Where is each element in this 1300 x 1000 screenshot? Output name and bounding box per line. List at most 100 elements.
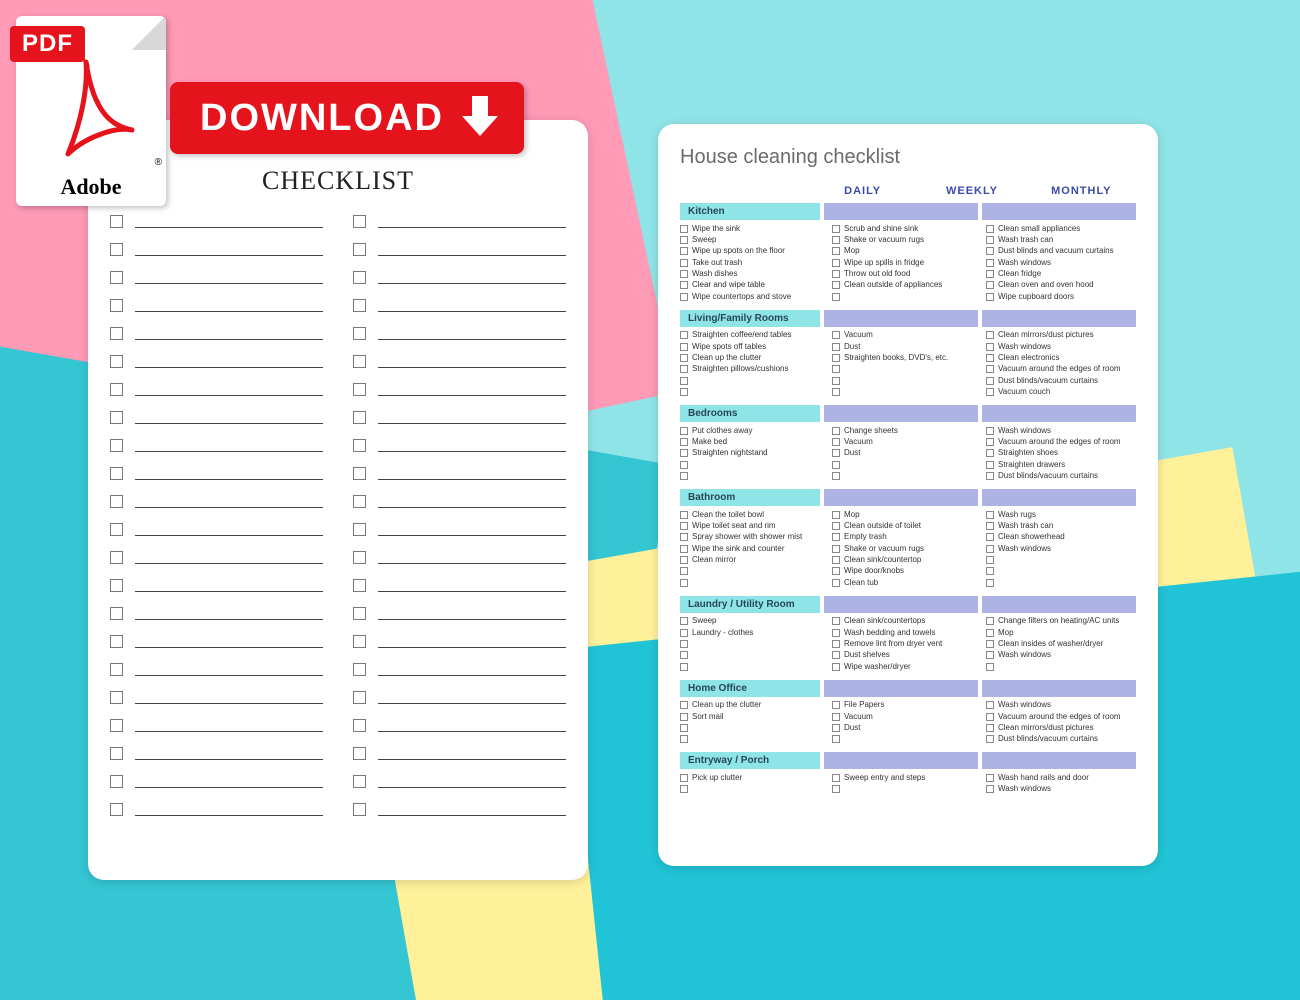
write-line xyxy=(135,506,323,508)
task-column-monthly: Wash rugsWash trash canClean showerheadW… xyxy=(986,509,1136,589)
write-line xyxy=(378,814,566,816)
task-text: Shake or vacuum rugs xyxy=(844,235,924,245)
checkbox-icon xyxy=(680,293,688,301)
checkbox-icon xyxy=(986,651,994,659)
write-line xyxy=(378,394,566,396)
write-line xyxy=(135,562,323,564)
task-item: Wash windows xyxy=(986,700,1136,711)
task-item: x xyxy=(832,471,982,482)
task-text: Make bed xyxy=(692,437,727,447)
checkbox-icon xyxy=(680,449,688,457)
download-button[interactable]: DOWNLOAD xyxy=(170,82,524,154)
task-text: Clean electronics xyxy=(998,353,1059,363)
canvas: CHECKLIST House cleaning checklist DAILY… xyxy=(0,0,1300,1000)
checkbox-icon xyxy=(353,663,366,676)
checkbox-icon xyxy=(832,735,840,743)
task-text: Sweep entry and steps xyxy=(844,773,925,783)
task-text: Wash windows xyxy=(998,258,1051,268)
checkbox-icon xyxy=(986,663,994,671)
checkbox-icon xyxy=(986,617,994,625)
adobe-brand-text: Adobe xyxy=(16,174,166,200)
checkbox-icon xyxy=(353,271,366,284)
checkbox-icon xyxy=(832,724,840,732)
task-item: Clean small appliances xyxy=(986,223,1136,234)
checkbox-icon xyxy=(353,747,366,760)
checkbox-icon xyxy=(986,293,994,301)
section-header-bar: Living/Family Rooms xyxy=(680,310,1136,327)
task-text: Clean small appliances xyxy=(998,224,1080,234)
write-line xyxy=(135,254,323,256)
checkbox-icon xyxy=(680,735,688,743)
task-item: x xyxy=(680,375,828,386)
section-header-bar: Bedrooms xyxy=(680,405,1136,422)
task-text: Straighten pillows/cushions xyxy=(692,364,789,374)
task-text: Clean fridge xyxy=(998,269,1041,279)
task-item: Make bed xyxy=(680,436,828,447)
task-text: Laundry - clothes xyxy=(692,628,753,638)
blank-checklist-row xyxy=(110,574,323,592)
checkbox-icon xyxy=(680,270,688,278)
checkbox-icon xyxy=(986,236,994,244)
task-item: Straighten pillows/cushions xyxy=(680,364,828,375)
blank-checklist-row xyxy=(353,602,566,620)
task-item: Wipe washer/dryer xyxy=(832,661,982,672)
task-item: Wipe spots off tables xyxy=(680,341,828,352)
checkbox-icon xyxy=(680,365,688,373)
task-item: Clean sink/countertop xyxy=(832,555,982,566)
task-item: Clean mirrors/dust pictures xyxy=(986,330,1136,341)
write-line xyxy=(378,422,566,424)
write-line xyxy=(378,562,566,564)
blank-checklist-row xyxy=(110,518,323,536)
task-item: Wash bedding and towels xyxy=(832,627,982,638)
task-item: Spray shower with shower mist xyxy=(680,532,828,543)
task-item: Vacuum xyxy=(832,436,982,447)
task-text: Clean outside of toilet xyxy=(844,521,921,531)
task-column-weekly: Change sheetsVacuumDustxx xyxy=(832,425,982,482)
task-text: File Papers xyxy=(844,700,884,710)
blank-checklist-row xyxy=(110,210,323,228)
checkbox-icon xyxy=(680,461,688,469)
blank-checklist-row xyxy=(110,798,323,816)
blank-checklist-row xyxy=(110,658,323,676)
task-item: x xyxy=(680,734,828,745)
checkbox-icon xyxy=(353,803,366,816)
section-name: Kitchen xyxy=(680,203,820,220)
task-item: Clean outside of toilet xyxy=(832,520,982,531)
checkbox-icon xyxy=(110,747,123,760)
task-text: Shake or vacuum rugs xyxy=(844,544,924,554)
blank-checklist-row xyxy=(110,686,323,704)
task-item: x xyxy=(986,555,1136,566)
blank-checklist-row xyxy=(110,350,323,368)
task-text: Clean the toilet bowl xyxy=(692,510,764,520)
task-text: Mop xyxy=(844,510,860,520)
task-text: Wash windows xyxy=(998,544,1051,554)
task-item: x xyxy=(832,387,982,398)
write-line xyxy=(135,394,323,396)
checkbox-icon xyxy=(680,713,688,721)
write-line xyxy=(135,310,323,312)
section: Laundry / Utility RoomSweepLaundry - clo… xyxy=(680,596,1136,676)
checkbox-icon xyxy=(986,343,994,351)
checkbox-icon xyxy=(680,281,688,289)
write-line xyxy=(378,674,566,676)
checkbox-icon xyxy=(832,377,840,385)
checkbox-icon xyxy=(832,651,840,659)
task-item: Vacuum xyxy=(832,711,982,722)
section-header-bar: Bathroom xyxy=(680,489,1136,506)
checkbox-icon xyxy=(680,579,688,587)
blank-checklist-page: CHECKLIST xyxy=(88,120,588,880)
task-text: Wash windows xyxy=(998,650,1051,660)
checkbox-icon xyxy=(986,567,994,575)
blank-checklist-row xyxy=(110,266,323,284)
write-line xyxy=(135,338,323,340)
task-text: Wash bedding and towels xyxy=(844,628,935,638)
section-name: Bathroom xyxy=(680,489,820,506)
write-line xyxy=(135,786,323,788)
checkbox-icon xyxy=(680,724,688,732)
checkbox-icon xyxy=(986,629,994,637)
checkbox-icon xyxy=(680,388,688,396)
blank-checklist-row xyxy=(110,714,323,732)
task-item: Wash windows xyxy=(986,784,1136,795)
blank-checklist-row xyxy=(110,546,323,564)
task-item: Take out trash xyxy=(680,257,828,268)
